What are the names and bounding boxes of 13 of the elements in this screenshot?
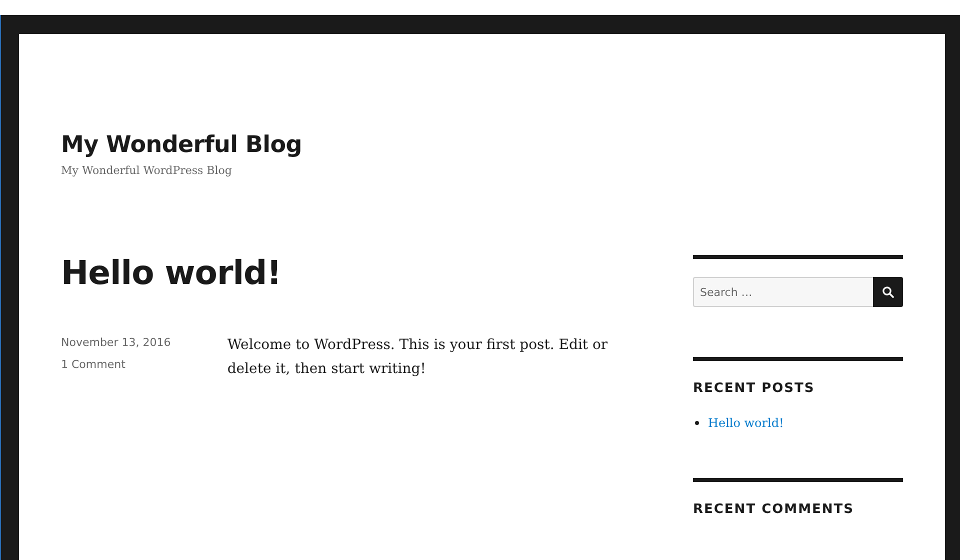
- search-field[interactable]: Search …: [693, 277, 873, 307]
- site-tagline: My Wonderful WordPress Blog: [61, 164, 233, 177]
- post-body: Welcome to WordPress. This is your first post. Edit or delete it, then start writing!: [227, 336, 609, 380]
- post-date[interactable]: November 13, 2016: [61, 336, 228, 350]
- search-button[interactable]: [873, 277, 903, 307]
- search-icon: [882, 286, 894, 298]
- recent-post-link[interactable]: Hello world!: [708, 416, 784, 430]
- bullet-icon: [695, 421, 699, 425]
- comments-link[interactable]: 1 Comment: [61, 358, 228, 372]
- site-title[interactable]: My Wonderful Blog: [61, 132, 302, 158]
- post-title: Hello world!: [61, 255, 282, 292]
- widget-heading: RECENT POSTS: [693, 381, 816, 396]
- widget-heading: RECENT COMMENTS: [693, 502, 856, 517]
